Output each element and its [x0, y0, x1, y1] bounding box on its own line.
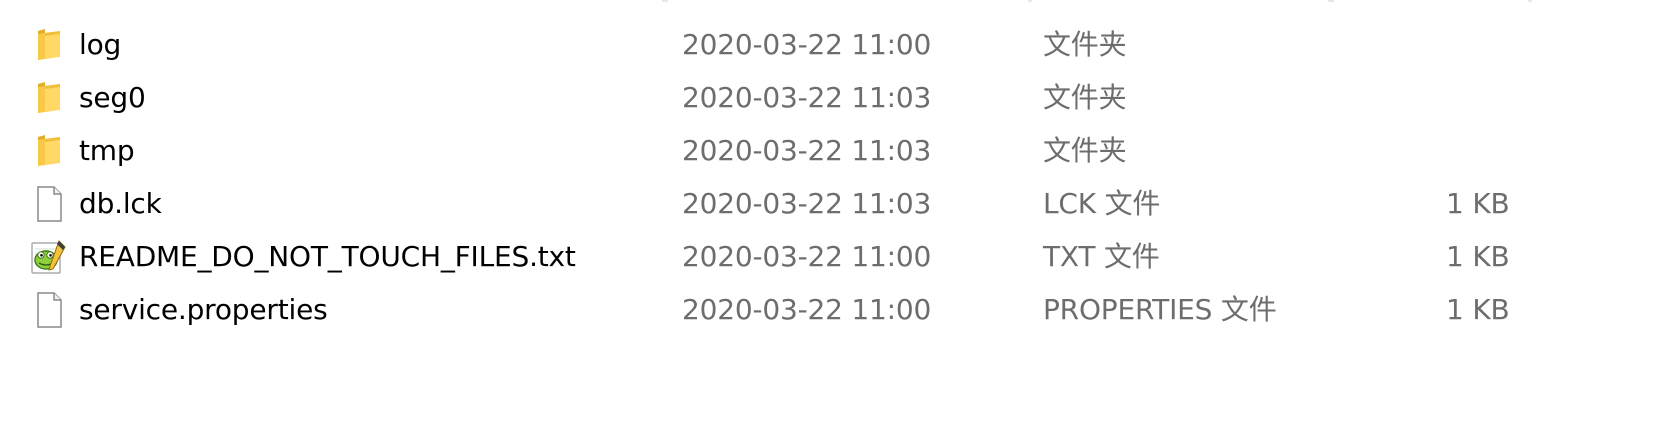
file-size: 1 KB: [1446, 240, 1510, 273]
file-icon: [29, 283, 69, 336]
notepad-plus-plus-icon: [29, 230, 69, 283]
file-name: seg0: [79, 81, 146, 114]
folder-icon: [29, 18, 69, 71]
file-name: tmp: [79, 134, 135, 167]
file-type: TXT 文件: [1043, 240, 1160, 273]
file-row[interactable]: db.lck 2020-03-22 11:03 LCK 文件 1 KB: [0, 177, 1671, 230]
file-name: log: [79, 28, 122, 61]
column-header-divider-type: [1028, 0, 1032, 2]
file-row[interactable]: tmp 2020-03-22 11:03 文件夹: [0, 124, 1671, 177]
file-type: 文件夹: [1043, 81, 1127, 114]
file-name: db.lck: [79, 187, 162, 220]
file-date-modified: 2020-03-22 11:00: [682, 28, 932, 61]
folder-icon: [29, 71, 69, 124]
file-date-modified: 2020-03-22 11:03: [682, 81, 932, 114]
file-type: 文件夹: [1043, 134, 1127, 167]
file-icon: [29, 177, 69, 230]
file-size: 1 KB: [1446, 293, 1510, 326]
file-date-modified: 2020-03-22 11:00: [682, 293, 932, 326]
file-date-modified: 2020-03-22 11:03: [682, 134, 932, 167]
column-header-divider-size: [1328, 0, 1334, 2]
file-row[interactable]: service.properties 2020-03-22 11:00 PROP…: [0, 283, 1671, 336]
file-name: README_DO_NOT_TOUCH_FILES.txt: [79, 240, 576, 273]
file-date-modified: 2020-03-22 11:03: [682, 187, 932, 220]
file-list: log 2020-03-22 11:00 文件夹 seg0 2020-03-22…: [0, 18, 1671, 336]
file-type: PROPERTIES 文件: [1043, 293, 1277, 326]
file-type: 文件夹: [1043, 28, 1127, 61]
file-type: LCK 文件: [1043, 187, 1161, 220]
column-header-divider-date: [662, 0, 668, 2]
file-date-modified: 2020-03-22 11:00: [682, 240, 932, 273]
file-row[interactable]: log 2020-03-22 11:00 文件夹: [0, 18, 1671, 71]
folder-icon: [29, 124, 69, 177]
file-size: 1 KB: [1446, 187, 1510, 220]
file-row[interactable]: seg0 2020-03-22 11:03 文件夹: [0, 71, 1671, 124]
file-name: service.properties: [79, 293, 328, 326]
column-header-divider-end: [1528, 0, 1532, 2]
file-row[interactable]: README_DO_NOT_TOUCH_FILES.txt 2020-03-22…: [0, 230, 1671, 283]
